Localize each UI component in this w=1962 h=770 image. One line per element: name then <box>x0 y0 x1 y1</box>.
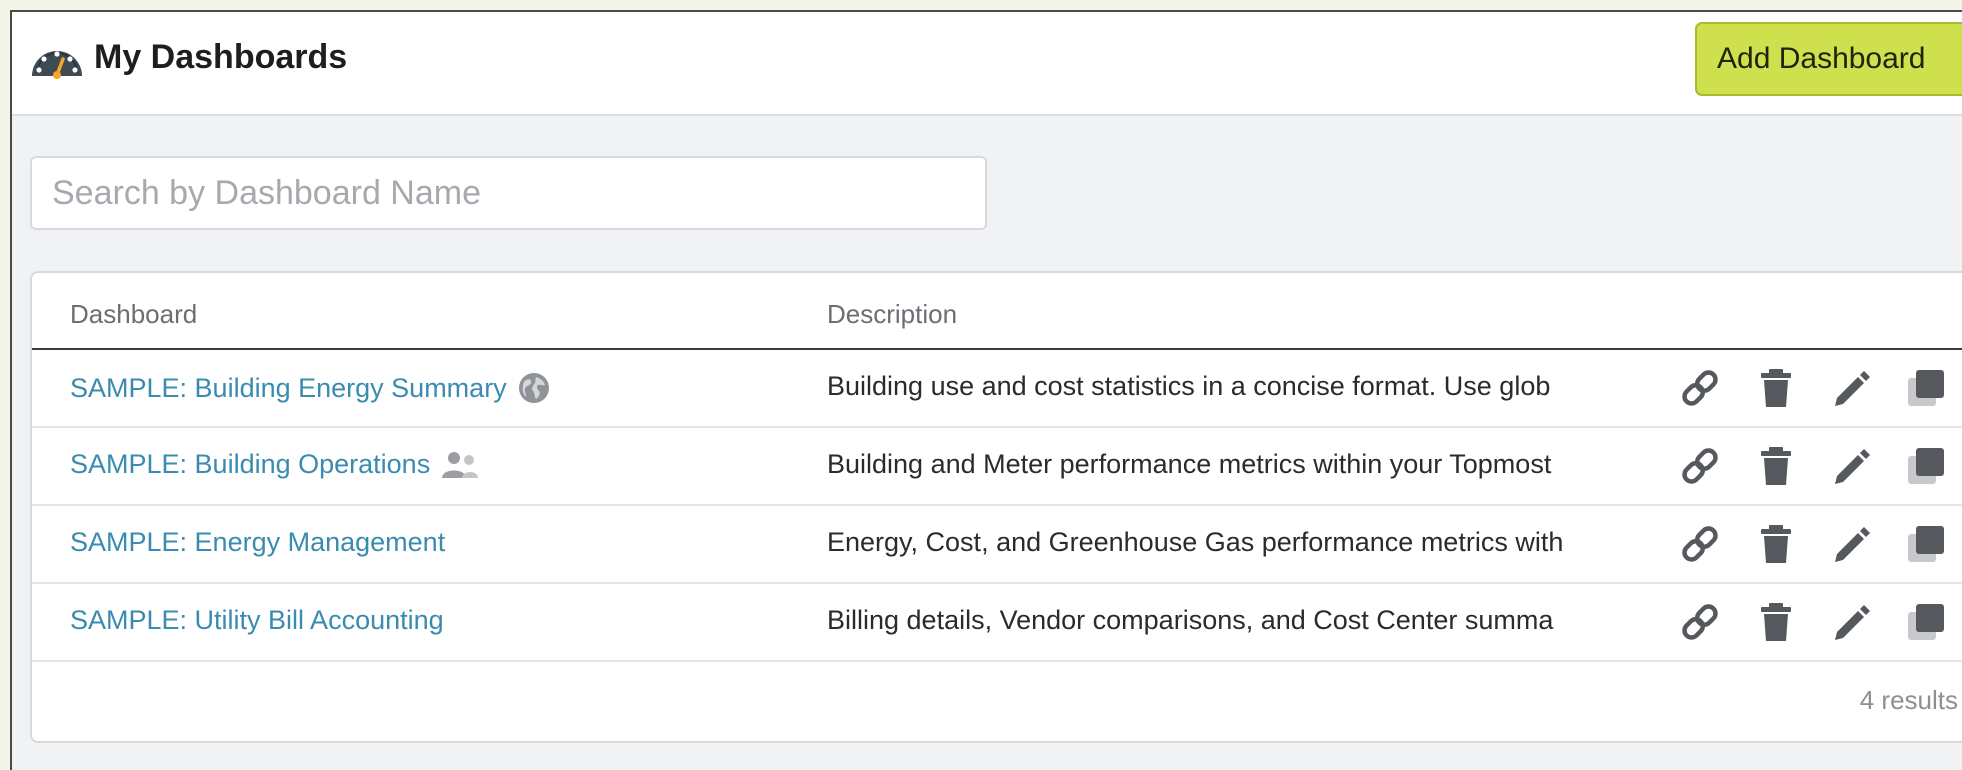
link-icon[interactable] <box>1678 444 1722 488</box>
dashboard-description: Billing details, Vendor comparisons, and… <box>827 605 1554 635</box>
trash-icon[interactable] <box>1754 366 1798 410</box>
copy-icon[interactable] <box>1904 600 1948 644</box>
dashboard-name: SAMPLE: Building Energy Summary <box>70 372 507 403</box>
trash-icon[interactable] <box>1754 444 1798 488</box>
add-dashboard-button[interactable]: Add Dashboard <box>1695 22 1962 96</box>
copy-icon[interactable] <box>1904 522 1948 566</box>
copy-icon[interactable] <box>1904 366 1948 410</box>
dashboard-name: SAMPLE: Utility Bill Accounting <box>70 605 444 635</box>
column-header-dashboard[interactable]: Dashboard <box>70 299 197 330</box>
speedometer-icon <box>32 51 82 79</box>
column-header-description[interactable]: Description <box>827 299 957 330</box>
dashboard-name: SAMPLE: Energy Management <box>70 527 446 557</box>
dashboard-description: Building use and cost statistics in a co… <box>827 371 1551 401</box>
pencil-icon[interactable] <box>1829 522 1873 566</box>
table-row: SAMPLE: Building Energy Summary Building… <box>32 350 1962 428</box>
table-row: SAMPLE: Energy Management Energy, Cost, … <box>32 506 1962 584</box>
copy-icon[interactable] <box>1904 444 1948 488</box>
table-row: SAMPLE: Building Operations Building and… <box>32 428 1962 506</box>
dashboard-description: Building and Meter performance metrics w… <box>827 449 1552 479</box>
pencil-icon[interactable] <box>1829 444 1873 488</box>
globe-icon <box>518 373 549 403</box>
dashboards-panel: My Dashboards Add Dashboard Dashboard De… <box>10 10 1962 770</box>
dashboard-name: SAMPLE: Building Operations <box>70 449 431 479</box>
table-row: SAMPLE: Utility Bill Accounting Billing … <box>32 584 1962 662</box>
link-icon[interactable] <box>1678 600 1722 644</box>
dashboard-link[interactable]: SAMPLE: Energy Management <box>70 527 445 558</box>
pencil-icon[interactable] <box>1829 600 1873 644</box>
link-icon[interactable] <box>1678 366 1722 410</box>
dashboard-link[interactable]: SAMPLE: Building Energy Summary <box>70 371 551 405</box>
link-icon[interactable] <box>1678 522 1722 566</box>
dashboards-table: Dashboard Description SAMPLE: Building E… <box>30 271 1962 743</box>
dashboard-link[interactable]: SAMPLE: Utility Bill Accounting <box>70 605 444 636</box>
pencil-icon[interactable] <box>1829 366 1873 410</box>
trash-icon[interactable] <box>1754 600 1798 644</box>
page-title: My Dashboards <box>94 38 348 76</box>
dashboard-search-input[interactable] <box>30 156 987 230</box>
dashboard-link[interactable]: SAMPLE: Building Operations <box>70 449 480 480</box>
dashboard-description: Energy, Cost, and Greenhouse Gas perform… <box>827 527 1564 557</box>
trash-icon[interactable] <box>1754 522 1798 566</box>
page-header: My Dashboards Add Dashboard <box>12 12 1962 116</box>
results-count: 4 results <box>1859 685 1958 715</box>
users-icon <box>442 451 479 478</box>
